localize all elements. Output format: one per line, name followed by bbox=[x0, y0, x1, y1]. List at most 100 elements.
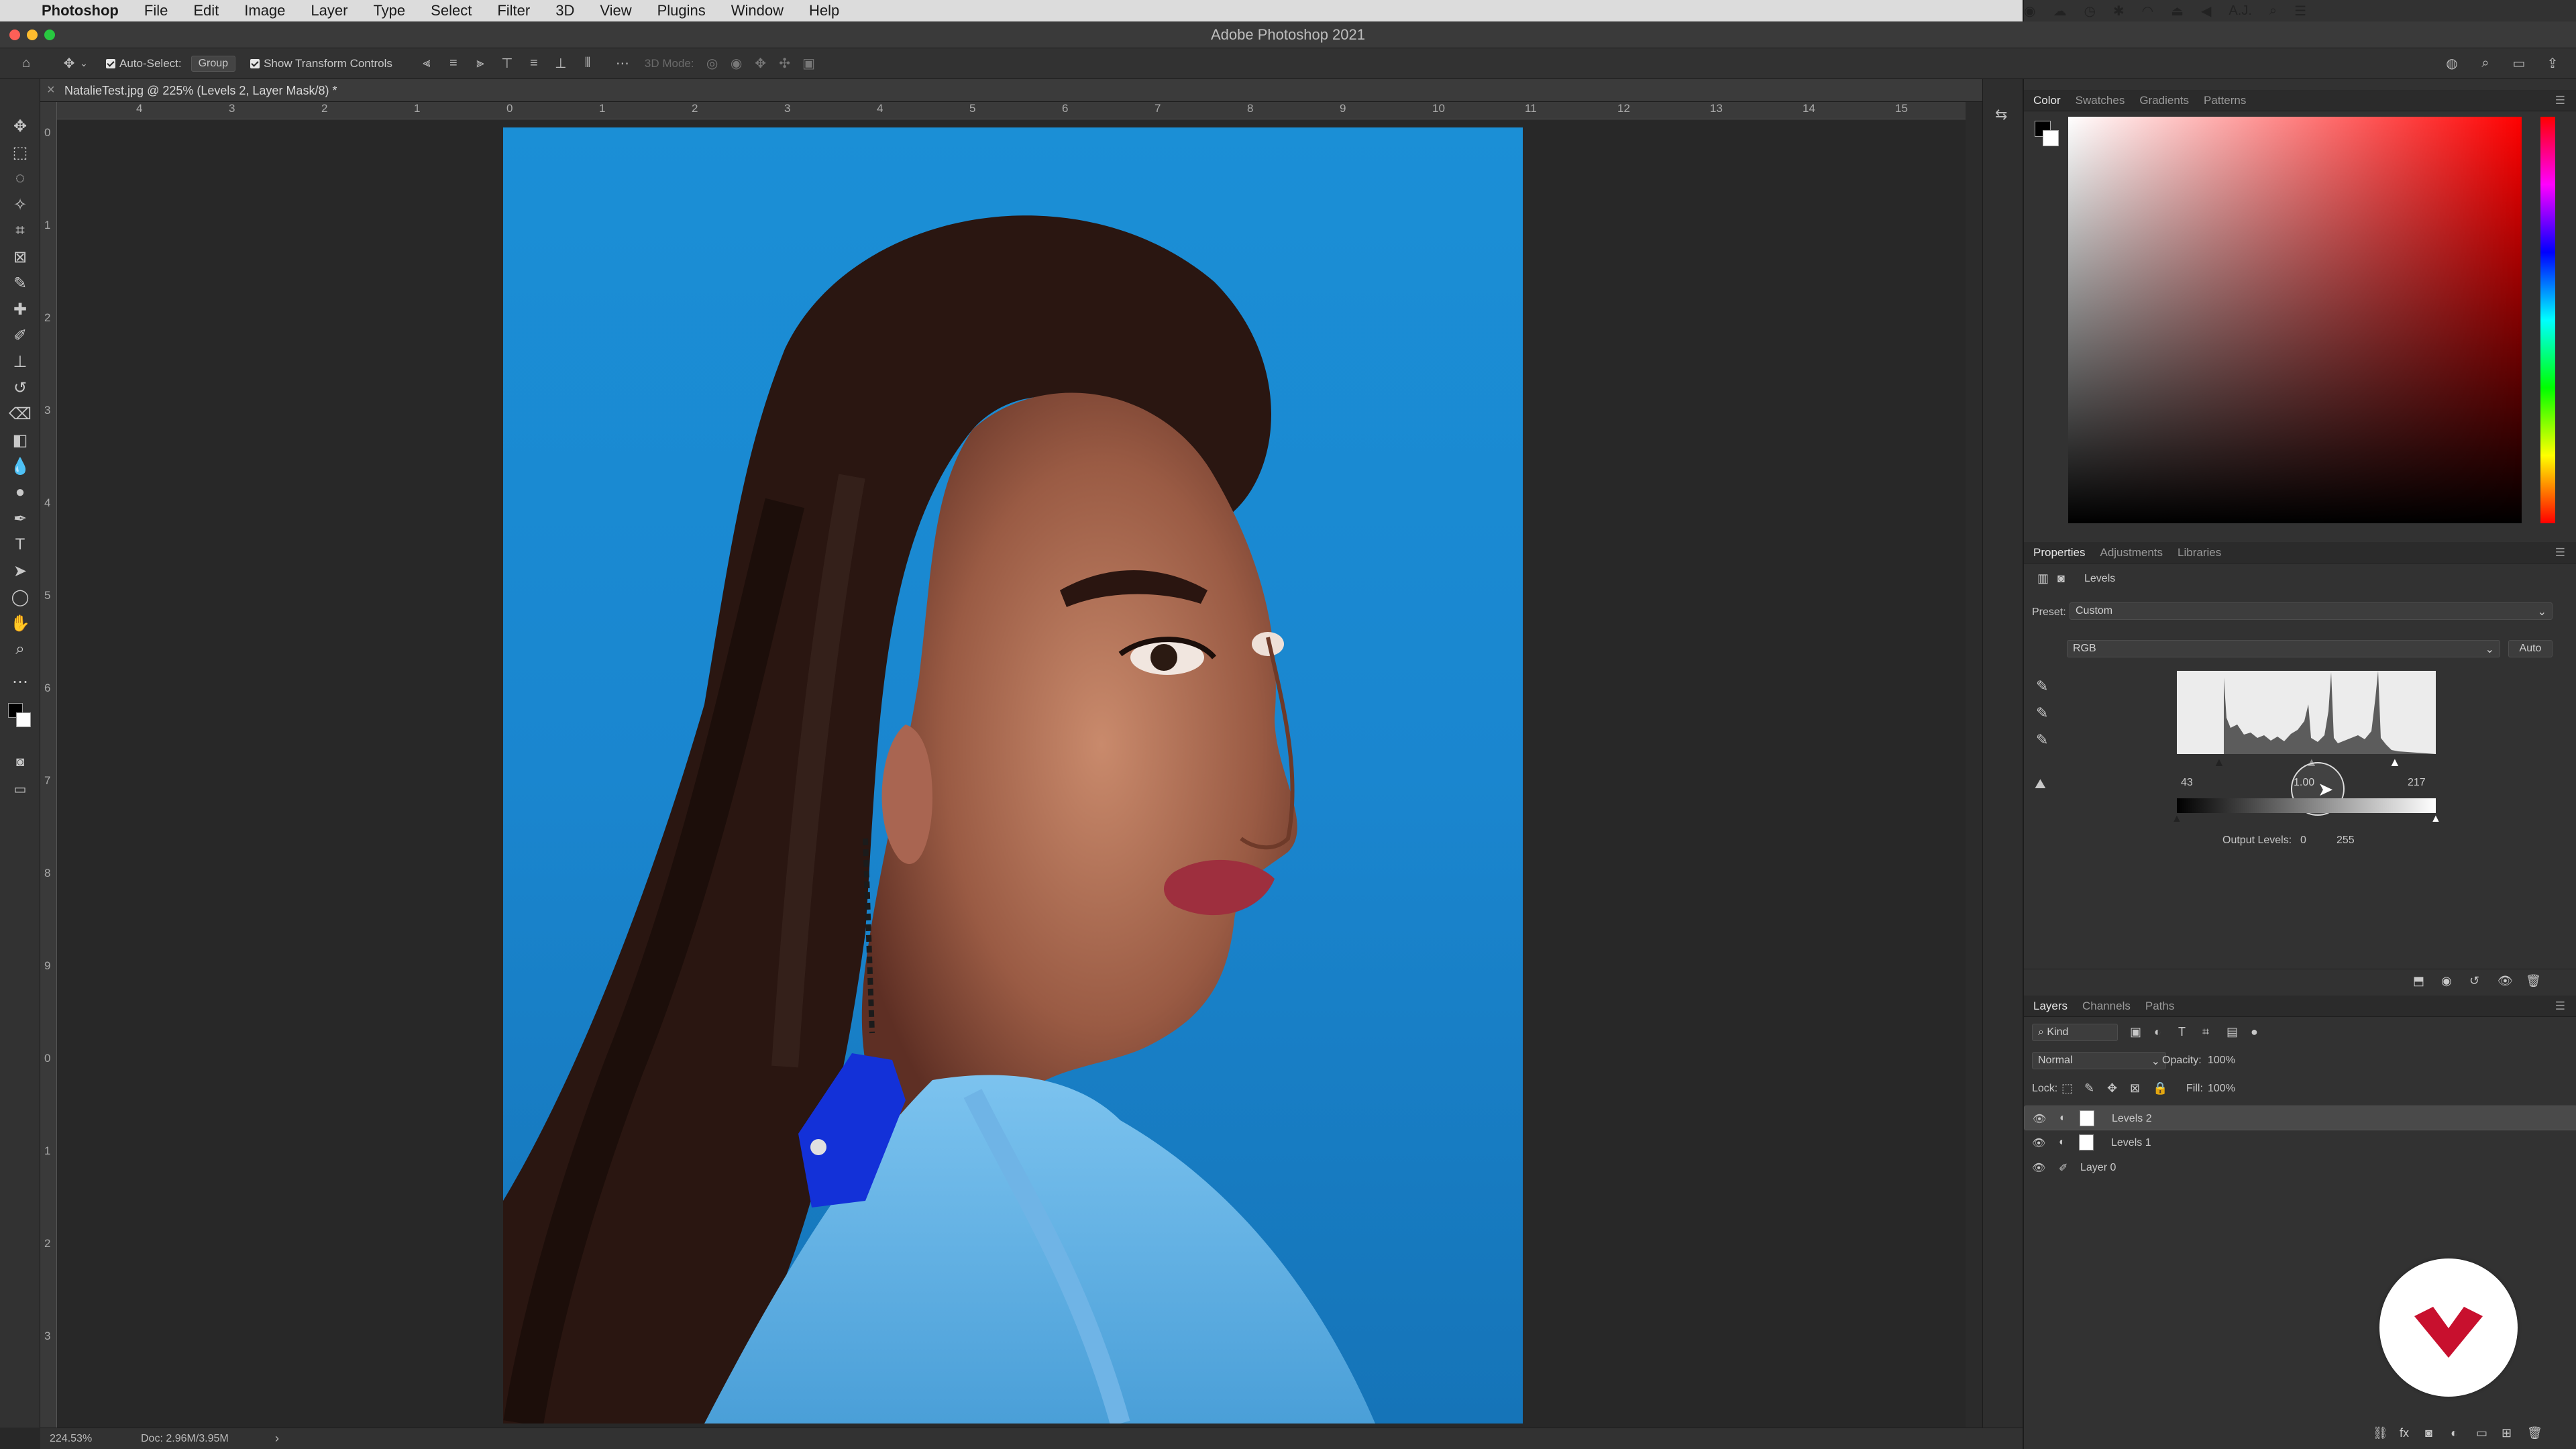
visibility-icon[interactable]: 👁 bbox=[2498, 974, 2513, 988]
fill-value[interactable]: 100% bbox=[2208, 1083, 2235, 1095]
color-field[interactable] bbox=[2068, 117, 2522, 523]
tab-paths[interactable]: Paths bbox=[2145, 1000, 2174, 1013]
eye-icon[interactable]: 👁 bbox=[2033, 1112, 2046, 1126]
minimize-window-button[interactable] bbox=[27, 30, 38, 40]
black-point-eyedropper-icon[interactable]: ✎ bbox=[2036, 678, 2048, 695]
chevron-down-icon[interactable]: ⌄ bbox=[76, 56, 91, 71]
search-icon[interactable]: ⌕ bbox=[2478, 56, 2493, 71]
mask-icon[interactable]: ◙ bbox=[2057, 572, 2065, 586]
layer-mask-thumbnail[interactable] bbox=[2080, 1110, 2094, 1126]
input-black-value[interactable]: 43 bbox=[2181, 777, 2193, 789]
brush-tool-icon[interactable]: ✐ bbox=[7, 323, 34, 347]
distribute-icon[interactable]: ⦀ bbox=[580, 56, 595, 71]
layer-row[interactable]: 👁 ✐ Layer 0 bbox=[2024, 1155, 2576, 1180]
blend-mode-dropdown[interactable]: Normal ⌄ bbox=[2032, 1052, 2166, 1069]
workspace-icon[interactable]: ▭ bbox=[2512, 56, 2526, 71]
path-selection-icon[interactable]: ➤ bbox=[7, 559, 34, 583]
volume-icon[interactable]: ◀ bbox=[2201, 3, 2211, 19]
align-top-icon[interactable]: ⊤ bbox=[500, 56, 515, 71]
clipping-warning-icon[interactable]: ⛰ bbox=[2035, 777, 2046, 792]
fx-icon[interactable]: fx bbox=[2400, 1426, 2409, 1440]
document-image[interactable] bbox=[503, 127, 1523, 1424]
3d-slide-icon[interactable]: ✣ bbox=[777, 56, 792, 71]
filter-adjustment-icon[interactable]: ◐ bbox=[2154, 1025, 2161, 1039]
eyedropper-tool-icon[interactable]: ✎ bbox=[7, 271, 34, 295]
link-layers-icon[interactable]: ⛓ bbox=[2373, 1426, 2388, 1440]
filter-smart-object-icon[interactable]: ▤ bbox=[2226, 1025, 2238, 1039]
layer-mask-thumbnail[interactable] bbox=[2079, 1134, 2094, 1150]
document-tab[interactable]: × NatalieTest.jpg @ 225% (Levels 2, Laye… bbox=[40, 79, 2023, 102]
output-black-value[interactable]: 0 bbox=[2300, 835, 2306, 847]
doc-info[interactable]: Doc: 2.96M/3.95M bbox=[141, 1433, 229, 1445]
close-icon[interactable]: × bbox=[47, 83, 55, 98]
user-name[interactable]: A.J. bbox=[2229, 3, 2251, 19]
more-options-icon[interactable]: ⋯ bbox=[615, 56, 630, 71]
hue-slider[interactable] bbox=[2540, 117, 2555, 523]
align-middle-icon[interactable]: ≡ bbox=[527, 56, 541, 71]
history-panel-icon[interactable]: ⇆ bbox=[1995, 106, 2007, 123]
tab-color[interactable]: Color bbox=[2033, 94, 2061, 107]
healing-brush-icon[interactable]: ✚ bbox=[7, 297, 34, 321]
history-brush-icon[interactable]: ↺ bbox=[7, 376, 34, 400]
timemachine-icon[interactable]: ◷ bbox=[2084, 3, 2095, 19]
eye-icon[interactable]: 👁 bbox=[2032, 1161, 2045, 1175]
control-center-icon[interactable]: ☰ bbox=[2294, 3, 2306, 19]
layer-filter-dropdown[interactable]: ⌕ Kind bbox=[2032, 1024, 2118, 1041]
more-tools-icon[interactable]: ⋯ bbox=[7, 669, 34, 694]
eject-icon[interactable]: ⏏ bbox=[2171, 3, 2184, 19]
menu-filter[interactable]: Filter bbox=[497, 2, 530, 19]
background-color-swatch[interactable] bbox=[2043, 130, 2059, 146]
panel-menu-icon[interactable]: ☰ bbox=[2555, 94, 2565, 107]
tab-patterns[interactable]: Patterns bbox=[2204, 94, 2246, 107]
lock-all-icon[interactable]: 🔒 bbox=[2153, 1081, 2167, 1095]
type-tool-icon[interactable]: T bbox=[7, 533, 34, 557]
input-white-value[interactable]: 217 bbox=[2408, 777, 2426, 789]
clip-to-layer-icon[interactable]: ⬒ bbox=[2413, 974, 2424, 988]
add-mask-icon[interactable]: ◙ bbox=[2425, 1426, 2432, 1440]
screen-mode-icon[interactable]: ▭ bbox=[7, 777, 34, 801]
zoom-level[interactable]: 224.53% bbox=[50, 1433, 92, 1445]
bluetooth-icon[interactable]: ✱ bbox=[2113, 3, 2125, 19]
lasso-tool-icon[interactable]: ◌ bbox=[7, 166, 34, 191]
eye-icon[interactable]: 👁 bbox=[2032, 1136, 2045, 1150]
search-icon[interactable]: ⌕ bbox=[2269, 3, 2277, 19]
magic-wand-icon[interactable]: ✧ bbox=[7, 193, 34, 217]
menu-plugins[interactable]: Plugins bbox=[657, 2, 706, 19]
auto-button[interactable]: Auto bbox=[2508, 640, 2553, 657]
trash-icon[interactable]: 🗑 bbox=[2526, 974, 2541, 988]
layer-row[interactable]: 👁 ◐ Levels 1 bbox=[2024, 1130, 2576, 1155]
marquee-tool-icon[interactable]: ⬚ bbox=[7, 140, 34, 164]
gradient-tool-icon[interactable]: ◧ bbox=[7, 428, 34, 452]
tab-adjustments[interactable]: Adjustments bbox=[2100, 546, 2163, 559]
record-icon[interactable]: ◉ bbox=[2024, 3, 2035, 19]
frame-tool-icon[interactable]: ⊠ bbox=[7, 245, 34, 269]
3d-roll-icon[interactable]: ◉ bbox=[729, 56, 744, 71]
menu-window[interactable]: Window bbox=[731, 2, 784, 19]
tab-libraries[interactable]: Libraries bbox=[2178, 546, 2221, 559]
align-bottom-icon[interactable]: ⊥ bbox=[553, 56, 568, 71]
menu-image[interactable]: Image bbox=[244, 2, 285, 19]
channel-dropdown[interactable]: RGB ⌄ bbox=[2067, 640, 2500, 657]
align-right-icon[interactable]: ⫸ bbox=[473, 56, 488, 71]
filter-pixel-icon[interactable]: ▣ bbox=[2130, 1025, 2141, 1039]
show-transform-checkbox[interactable] bbox=[250, 58, 260, 68]
hand-tool-icon[interactable]: ✋ bbox=[7, 611, 34, 635]
align-left-icon[interactable]: ⫷ bbox=[419, 56, 434, 71]
new-adjustment-icon[interactable]: ◐ bbox=[2451, 1426, 2458, 1440]
tab-swatches[interactable]: Swatches bbox=[2076, 94, 2125, 107]
opacity-value[interactable]: 100% bbox=[2208, 1055, 2235, 1067]
menu-layer[interactable]: Layer bbox=[311, 2, 347, 19]
chevron-right-icon[interactable]: › bbox=[275, 1432, 279, 1446]
tab-properties[interactable]: Properties bbox=[2033, 546, 2085, 559]
output-white-slider[interactable]: ▲ bbox=[2430, 813, 2441, 825]
black-input-slider[interactable]: ▲ bbox=[2213, 755, 2225, 769]
pen-tool-icon[interactable]: ✒ bbox=[7, 506, 34, 531]
tab-channels[interactable]: Channels bbox=[2082, 1000, 2131, 1013]
menu-view[interactable]: View bbox=[600, 2, 631, 19]
panel-menu-icon[interactable]: ☰ bbox=[2555, 546, 2565, 559]
dodge-tool-icon[interactable]: ● bbox=[7, 480, 34, 504]
new-group-icon[interactable]: ▭ bbox=[2476, 1426, 2487, 1440]
white-point-eyedropper-icon[interactable]: ✎ bbox=[2036, 731, 2048, 749]
auto-select-target-dropdown[interactable]: Group bbox=[191, 55, 236, 72]
menu-help[interactable]: Help bbox=[809, 2, 839, 19]
